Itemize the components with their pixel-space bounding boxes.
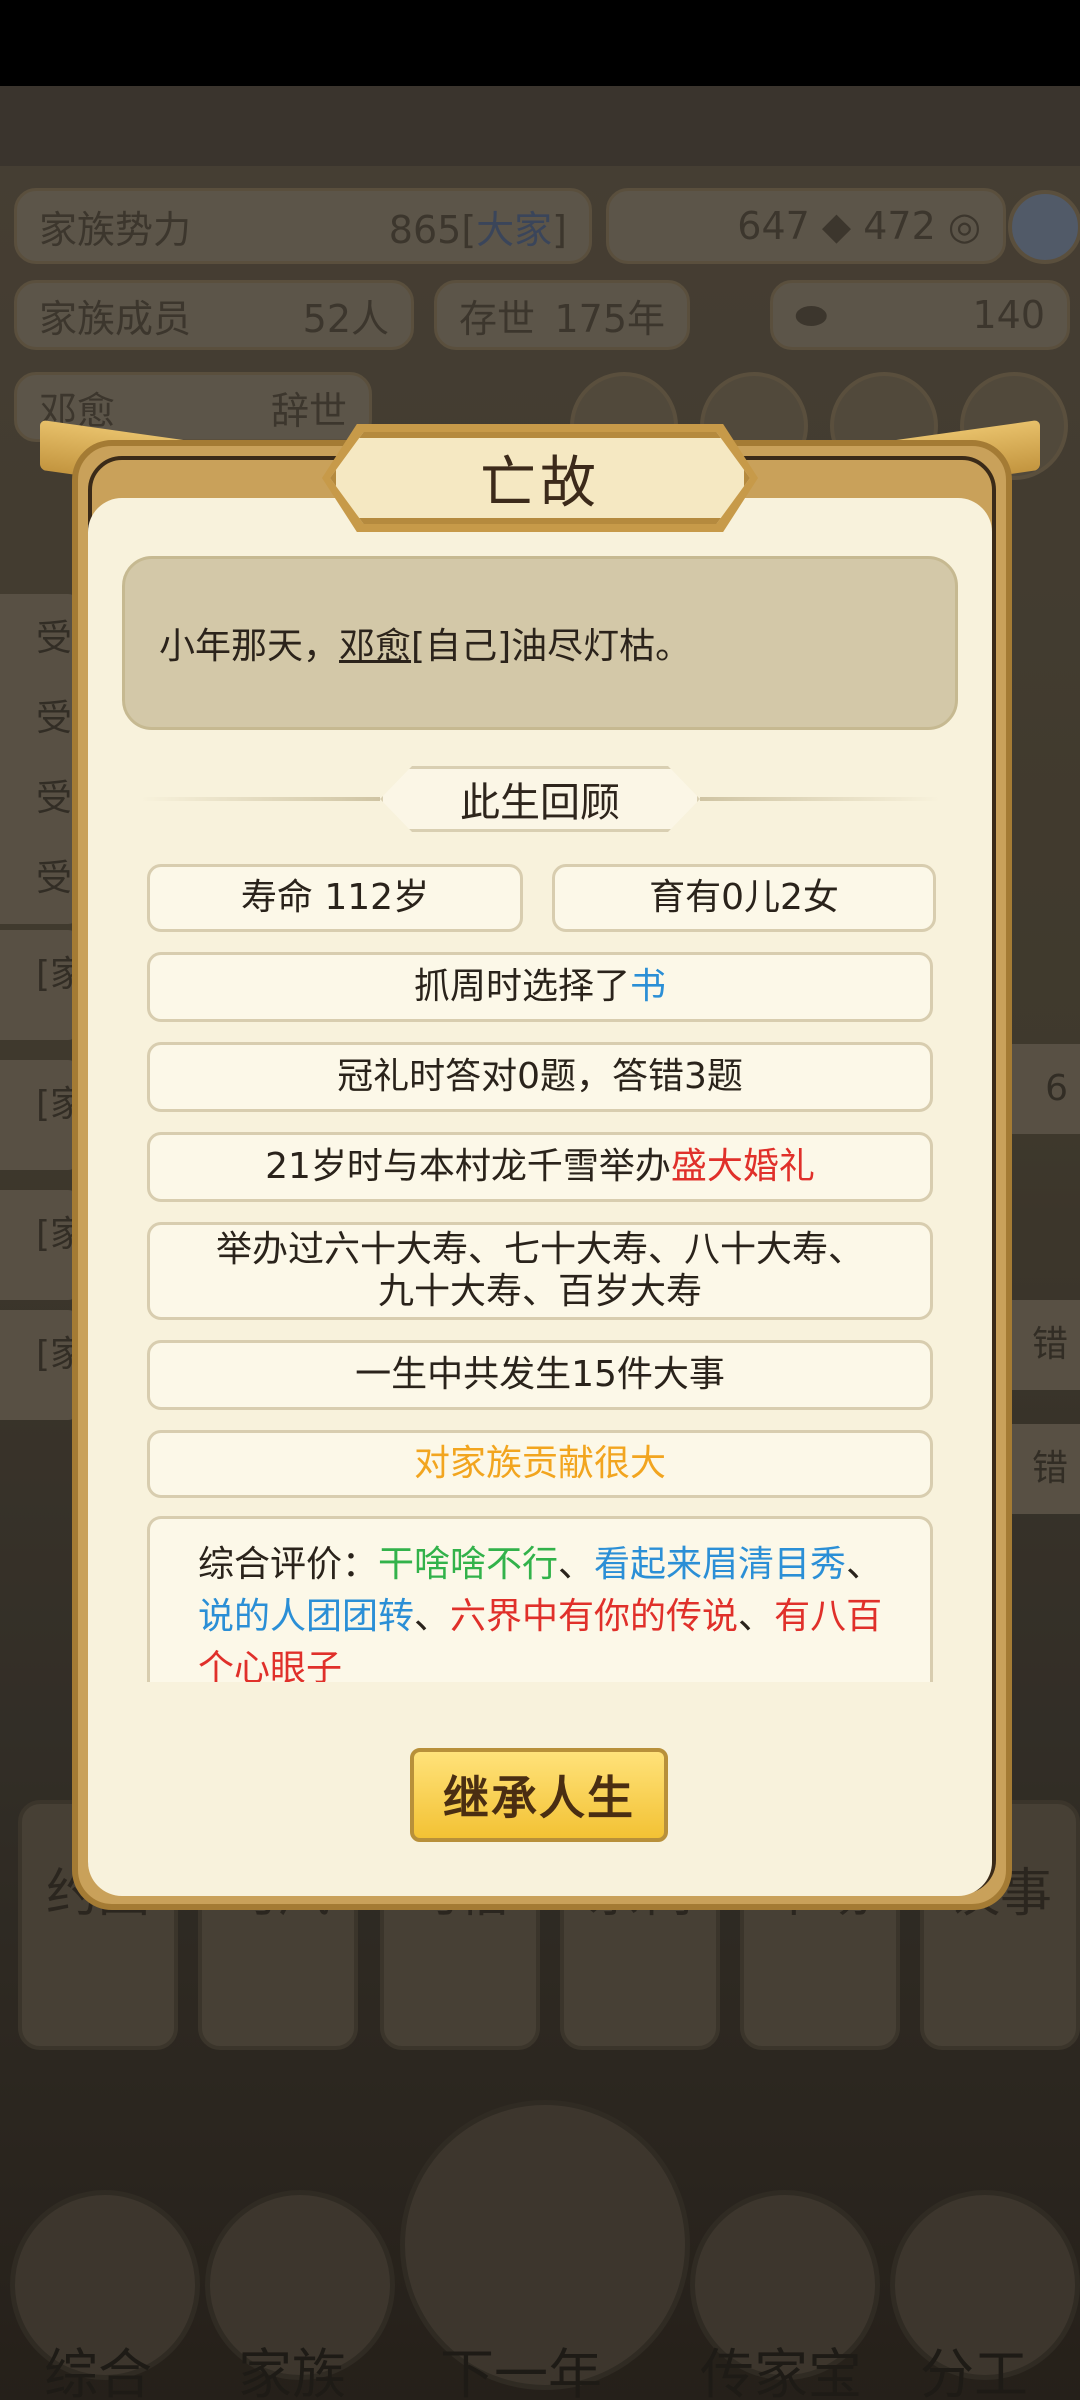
overall-evaluation[interactable]: 综合评价：干啥啥不行、看起来眉清目秀、说的人团团转、六界中有你的传说、有八百个心…	[147, 1516, 933, 1682]
eval-trait: 六界中有你的传说	[450, 1596, 739, 1637]
eval-label: 综合评价：	[198, 1544, 379, 1585]
divider-left	[140, 797, 380, 801]
zhuazhou-row: 抓周时选择了书	[147, 952, 933, 1022]
lifespan-row: 寿命 112岁	[147, 864, 523, 932]
guanli-row: 冠礼时答对0题，答错3题	[147, 1042, 933, 1112]
eval-sep: 、	[414, 1596, 451, 1637]
eval-trait: 看起来眉清目秀	[594, 1544, 847, 1585]
status-bar	[0, 0, 1080, 86]
eval-sep: 、	[558, 1544, 595, 1585]
wedding-highlight: 盛大婚礼	[670, 1146, 815, 1187]
zhuazhou-prefix: 抓周时选择了	[413, 966, 630, 1007]
inherit-life-button[interactable]: 继承人生	[410, 1748, 668, 1842]
wedding-row: 21岁时与本村龙千雪举办 盛大婚礼	[147, 1132, 933, 1202]
death-prefix: 小年那天，	[159, 626, 340, 667]
death-suffix: [自己]油尽灯枯。	[411, 626, 692, 667]
eval-trait: 说的人团团转	[198, 1596, 415, 1637]
birthdays-line: 举办过六十大寿、七十大寿、八十大寿、	[215, 1229, 864, 1270]
eval-sep: 、	[738, 1596, 775, 1637]
divider-right	[700, 797, 940, 801]
modal-title: 亡故	[480, 450, 600, 516]
zhuazhou-item: 书	[630, 966, 667, 1007]
children-row: 育有0儿2女	[552, 864, 936, 932]
birthdays-row: 举办过六十大寿、七十大寿、八十大寿、 九十大寿、百岁大寿	[147, 1222, 933, 1320]
eval-trait: 干啥啥不行	[378, 1544, 559, 1585]
deceased-name-link[interactable]: 邓愈	[339, 617, 411, 669]
birthdays-line: 九十大寿、百岁大寿	[377, 1271, 702, 1312]
events-row: 一生中共发生15件大事	[147, 1340, 933, 1410]
game-screen: 家族势力 865[大家] 647 ◆ 472 ◎ 家族成员 52人 存世 175…	[0, 0, 1080, 2400]
eval-sep: 、	[846, 1544, 883, 1585]
death-message: 小年那天， 邓愈 [自己]油尽灯枯。	[122, 556, 958, 730]
wedding-prefix: 21岁时与本村龙千雪举办	[265, 1146, 671, 1187]
review-title: 此生回顾	[380, 766, 700, 832]
contribution-row: 对家族贡献很大	[147, 1430, 933, 1498]
